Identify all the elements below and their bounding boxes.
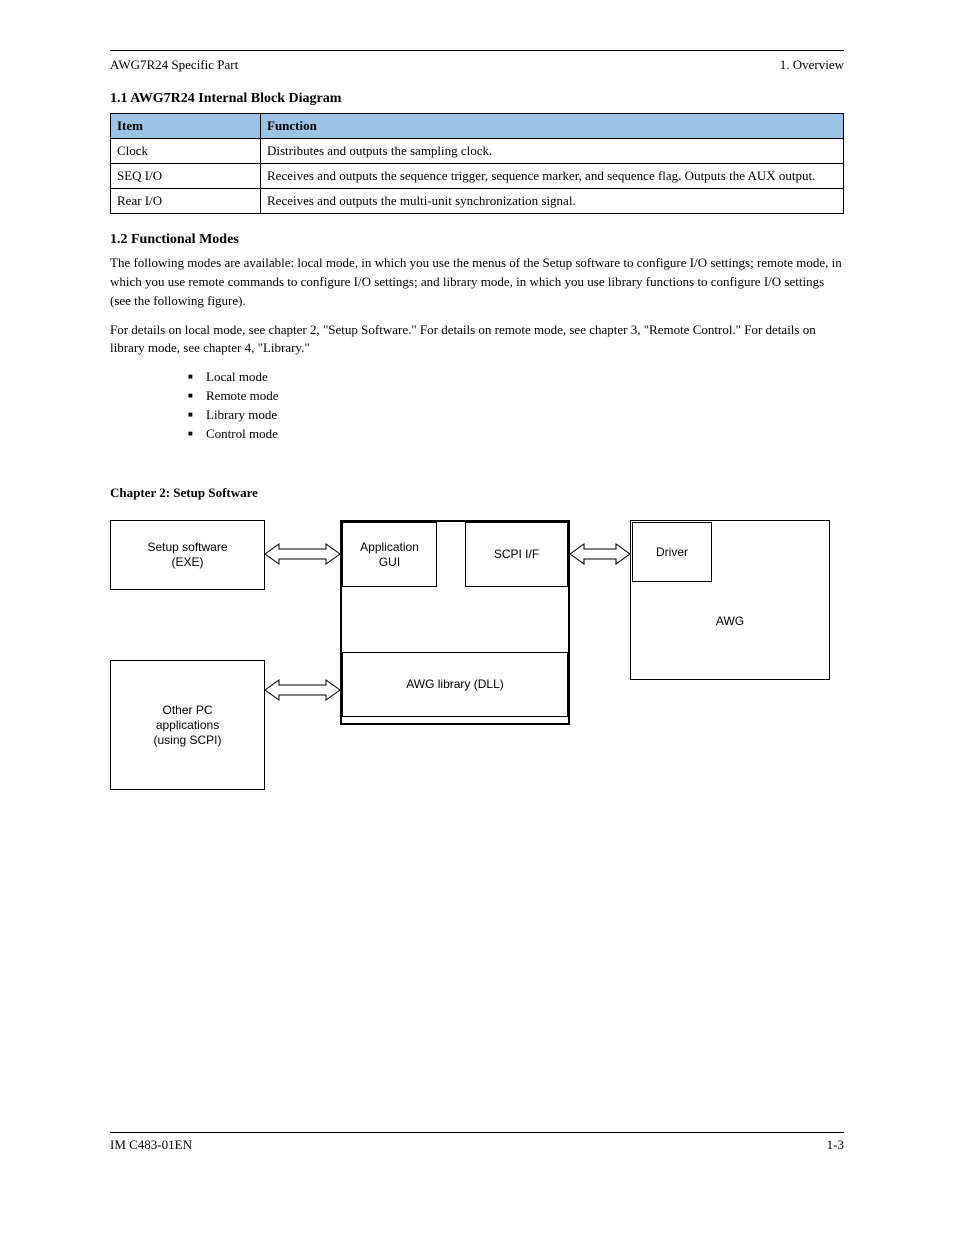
- block-line: Other PC: [162, 703, 212, 717]
- bidirectional-arrow-icon: [265, 542, 340, 566]
- functional-modes-figure: Setup software (EXE) Other PC applicatio…: [110, 520, 830, 820]
- block-line: Setup software: [147, 540, 227, 554]
- cell-function: Receives and outputs the sequence trigge…: [261, 164, 844, 189]
- para-modes-refs: For details on local mode, see chapter 2…: [110, 321, 844, 359]
- block-line: applications: [156, 718, 219, 732]
- table-row: Rear I/O Receives and outputs the multi-…: [111, 189, 844, 214]
- block-line: SCPI I/F: [494, 547, 539, 562]
- block-line: AWG library (DLL): [406, 677, 504, 692]
- block-label: AWG: [716, 614, 744, 629]
- page-header: AWG7R24 Specific Part 1. Overview: [110, 57, 844, 73]
- block-line: Application: [360, 540, 419, 554]
- list-item: Local mode: [188, 368, 844, 387]
- table-header-function: Function: [261, 114, 844, 139]
- list-item: Control mode: [188, 425, 844, 444]
- block-setup-software: Setup software (EXE): [110, 520, 265, 590]
- footer-left: IM C483-01EN: [110, 1137, 192, 1153]
- para-modes-intro: The following modes are available: local…: [110, 254, 844, 311]
- bidirectional-arrow-icon: [570, 542, 630, 566]
- block-line: Driver: [656, 545, 688, 560]
- cell-function: Distributes and outputs the sampling clo…: [261, 139, 844, 164]
- table-row: Clock Distributes and outputs the sampli…: [111, 139, 844, 164]
- block-awg-library: AWG library (DLL): [342, 652, 568, 717]
- table-row: SEQ I/O Receives and outputs the sequenc…: [111, 164, 844, 189]
- list-item: Library mode: [188, 406, 844, 425]
- mode-list: Local mode Remote mode Library mode Cont…: [188, 368, 844, 443]
- block-line: (EXE): [171, 555, 203, 569]
- block-driver: Driver: [632, 522, 712, 582]
- table-header-item: Item: [111, 114, 261, 139]
- page-footer: IM C483-01EN 1-3: [110, 1132, 844, 1153]
- bidirectional-arrow-icon: [265, 678, 340, 702]
- cell-function: Receives and outputs the multi-unit sync…: [261, 189, 844, 214]
- figure-reference-line: Chapter 2: Setup Software: [110, 484, 844, 503]
- cell-item: Clock: [111, 139, 261, 164]
- cell-item: Rear I/O: [111, 189, 261, 214]
- block-other-apps: Other PC applications (using SCPI): [110, 660, 265, 790]
- block-line: (using SCPI): [153, 733, 221, 747]
- section-title-functional-modes: 1.2 Functional Modes: [110, 232, 844, 248]
- cell-item: SEQ I/O: [111, 164, 261, 189]
- footer-right: 1-3: [827, 1137, 844, 1153]
- block-application-gui: Application GUI: [342, 522, 437, 587]
- block-line: GUI: [379, 555, 400, 569]
- block-scpi-if: SCPI I/F: [465, 522, 568, 587]
- block-diagram-table: Item Function Clock Distributes and outp…: [110, 113, 844, 214]
- section-title-block-diagram: 1.1 AWG7R24 Internal Block Diagram: [110, 91, 844, 107]
- header-left: AWG7R24 Specific Part: [110, 57, 238, 73]
- header-right: 1. Overview: [780, 57, 844, 73]
- list-item: Remote mode: [188, 387, 844, 406]
